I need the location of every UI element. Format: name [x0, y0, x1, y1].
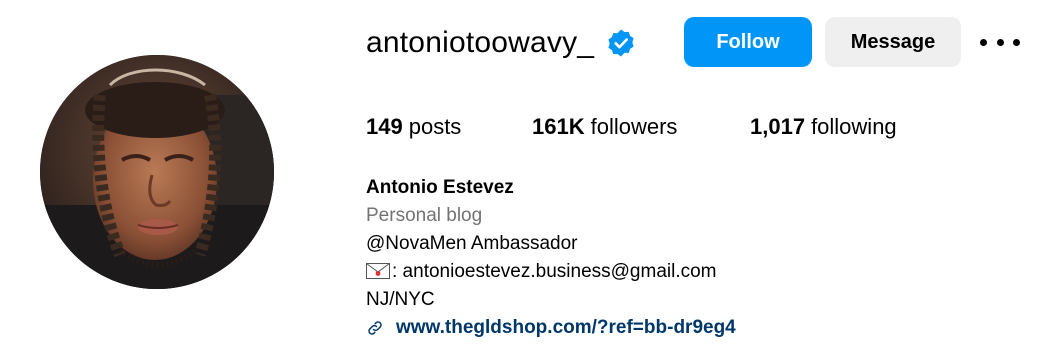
posts-label: posts: [408, 114, 462, 139]
profile-page: antoniotoowavy_ Follow Message 149 posts…: [0, 0, 1058, 350]
profile-avatar[interactable]: [40, 55, 274, 289]
bio-line-ambassador: @NovaMen Ambassador: [366, 233, 578, 254]
more-dot: [1013, 38, 1020, 46]
profile-link[interactable]: www.thegldshop.com/?ref=bb-dr9eg4: [366, 314, 736, 342]
profile-bio: Antonio Estevez Personal blog @NovaMen A…: [366, 174, 736, 342]
following-count: 1,017: [750, 114, 806, 139]
following-label: following: [811, 114, 897, 139]
full-name: Antonio Estevez: [366, 177, 514, 198]
followers-count: 161K: [532, 114, 585, 139]
more-dot: [996, 38, 1004, 46]
follow-button[interactable]: Follow: [684, 17, 812, 67]
verified-badge-icon: [608, 29, 634, 57]
more-options-icon[interactable]: [980, 30, 1020, 54]
profile-link-text[interactable]: www.thegldshop.com/?ref=bb-dr9eg4: [396, 314, 736, 342]
avatar-image: [40, 55, 274, 289]
email-text: : antonioestevez.business@gmail.com: [392, 261, 717, 282]
posts-stat: 149 posts: [366, 114, 461, 140]
bio-line-email: : antonioestevez.business@gmail.com: [366, 258, 736, 286]
profile-category: Personal blog: [366, 205, 483, 226]
envelope-icon: [366, 263, 390, 279]
bio-line-location: NJ/NYC: [366, 289, 435, 310]
more-dot: [980, 38, 987, 46]
profile-username: antoniotoowavy_: [366, 26, 595, 59]
username-row: antoniotoowavy_: [366, 18, 636, 68]
posts-count: 149: [366, 114, 403, 139]
message-button[interactable]: Message: [825, 17, 961, 67]
following-stat[interactable]: 1,017 following: [750, 114, 897, 140]
link-icon: [368, 321, 382, 335]
followers-label: followers: [590, 114, 678, 139]
followers-stat[interactable]: 161K followers: [532, 114, 677, 140]
